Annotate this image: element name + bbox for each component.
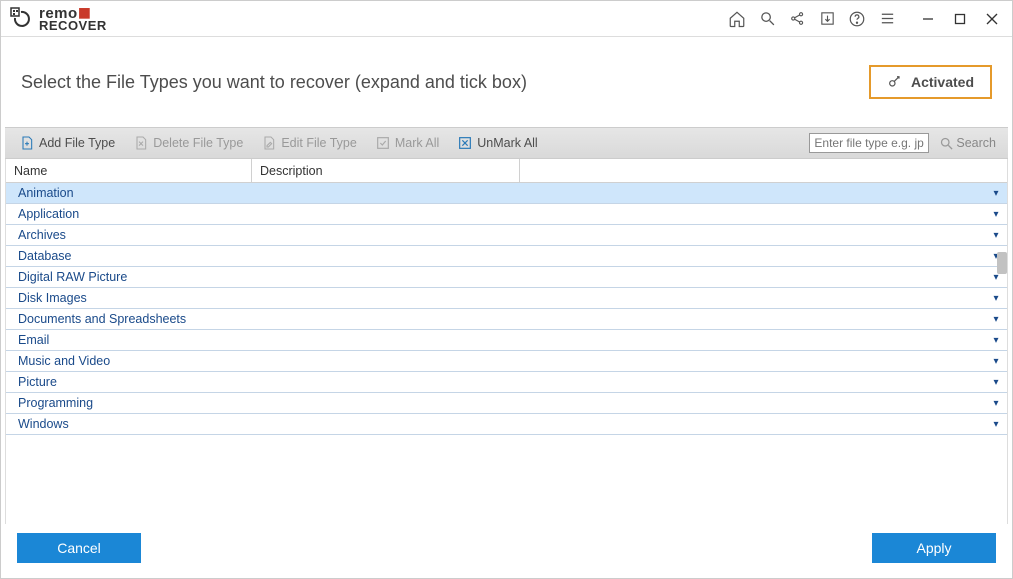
page-title: Select the File Types you want to recove…	[21, 72, 527, 93]
mark-all-button: Mark All	[369, 132, 445, 154]
logo-text-line2: RECOVER	[39, 19, 107, 32]
file-type-table: Name Description Animation▾Application▾A…	[5, 159, 1008, 524]
row-name: Disk Images	[6, 291, 252, 305]
table-row[interactable]: Picture▾	[6, 372, 1007, 393]
share-icon[interactable]	[782, 4, 812, 34]
add-file-type-button[interactable]: Add File Type	[13, 132, 121, 154]
row-name: Documents and Spreadsheets	[6, 312, 252, 326]
page-header: Select the File Types you want to recove…	[1, 37, 1012, 109]
row-name: Application	[6, 207, 252, 221]
home-icon[interactable]	[722, 4, 752, 34]
check-icon	[375, 135, 391, 151]
row-name: Database	[6, 249, 252, 263]
toolbar: Add File Type Delete File Type Edit File…	[5, 127, 1008, 159]
search-input[interactable]	[809, 133, 929, 153]
app-logo: remo■ RECOVER	[9, 6, 107, 32]
table-row[interactable]: Documents and Spreadsheets▾	[6, 309, 1007, 330]
footer: Cancel Apply	[1, 524, 1012, 578]
column-name[interactable]: Name	[6, 159, 252, 182]
table-row[interactable]: Disk Images▾	[6, 288, 1007, 309]
search-icon[interactable]	[752, 4, 782, 34]
scrollbar-thumb[interactable]	[997, 252, 1007, 274]
maximize-icon[interactable]	[944, 4, 976, 34]
delete-file-icon	[133, 135, 149, 151]
row-name: Programming	[6, 396, 252, 410]
add-file-icon	[19, 135, 35, 151]
table-row[interactable]: Windows▾	[6, 414, 1007, 435]
row-name: Music and Video	[6, 354, 252, 368]
table-row[interactable]: Music and Video▾	[6, 351, 1007, 372]
key-icon	[887, 74, 903, 90]
unmark-all-button[interactable]: UnMark All	[451, 132, 543, 154]
row-name: Picture	[6, 375, 252, 389]
table-row[interactable]: Application▾	[6, 204, 1007, 225]
table-row[interactable]: Programming▾	[6, 393, 1007, 414]
column-description[interactable]: Description	[252, 159, 520, 182]
row-name: Archives	[6, 228, 252, 242]
table-header: Name Description	[6, 159, 1007, 183]
delete-file-type-button: Delete File Type	[127, 132, 249, 154]
activated-label: Activated	[911, 74, 974, 90]
row-name: Email	[6, 333, 252, 347]
scrollbar[interactable]	[997, 192, 1009, 501]
edit-file-icon	[261, 135, 277, 151]
search-button[interactable]: Search	[935, 134, 1000, 153]
row-name: Windows	[6, 417, 252, 431]
table-row[interactable]: Email▾	[6, 330, 1007, 351]
row-name: Animation	[6, 186, 252, 200]
logo-icon	[9, 6, 35, 32]
uncheck-icon	[457, 135, 473, 151]
table-row[interactable]: Digital RAW Picture▾	[6, 267, 1007, 288]
search-icon	[939, 136, 954, 151]
close-icon[interactable]	[976, 4, 1008, 34]
table-row[interactable]: Archives▾	[6, 225, 1007, 246]
import-icon[interactable]	[812, 4, 842, 34]
titlebar: remo■ RECOVER	[1, 1, 1012, 37]
table-row[interactable]: Animation▾	[6, 183, 1007, 204]
table-row[interactable]: Database▾	[6, 246, 1007, 267]
activated-button[interactable]: Activated	[869, 65, 992, 99]
apply-button[interactable]: Apply	[872, 533, 996, 563]
titlebar-icons	[722, 4, 1008, 34]
cancel-button[interactable]: Cancel	[17, 533, 141, 563]
table-body: Animation▾Application▾Archives▾Database▾…	[6, 183, 1007, 524]
help-icon[interactable]	[842, 4, 872, 34]
minimize-icon[interactable]	[912, 4, 944, 34]
row-name: Digital RAW Picture	[6, 270, 252, 284]
menu-icon[interactable]	[872, 4, 902, 34]
edit-file-type-button: Edit File Type	[255, 132, 363, 154]
